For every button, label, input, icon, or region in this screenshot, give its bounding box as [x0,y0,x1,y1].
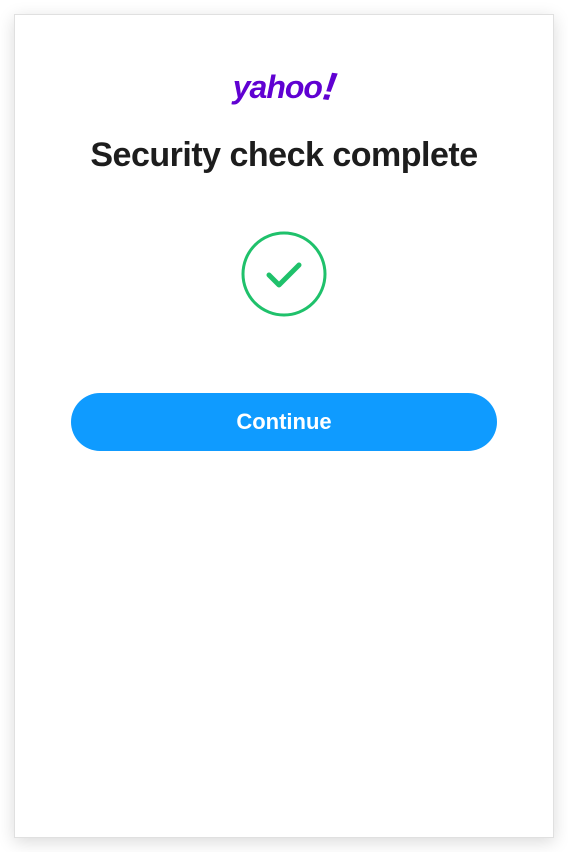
security-check-card: yahoo! Security check complete Continue [14,14,554,838]
continue-button[interactable]: Continue [71,393,497,451]
logo-exclamation-icon: ! [320,64,338,110]
page-title: Security check complete [90,136,477,175]
yahoo-logo: yahoo! [233,63,336,108]
logo-text: yahoo [233,69,322,106]
success-check-icon [241,231,327,317]
